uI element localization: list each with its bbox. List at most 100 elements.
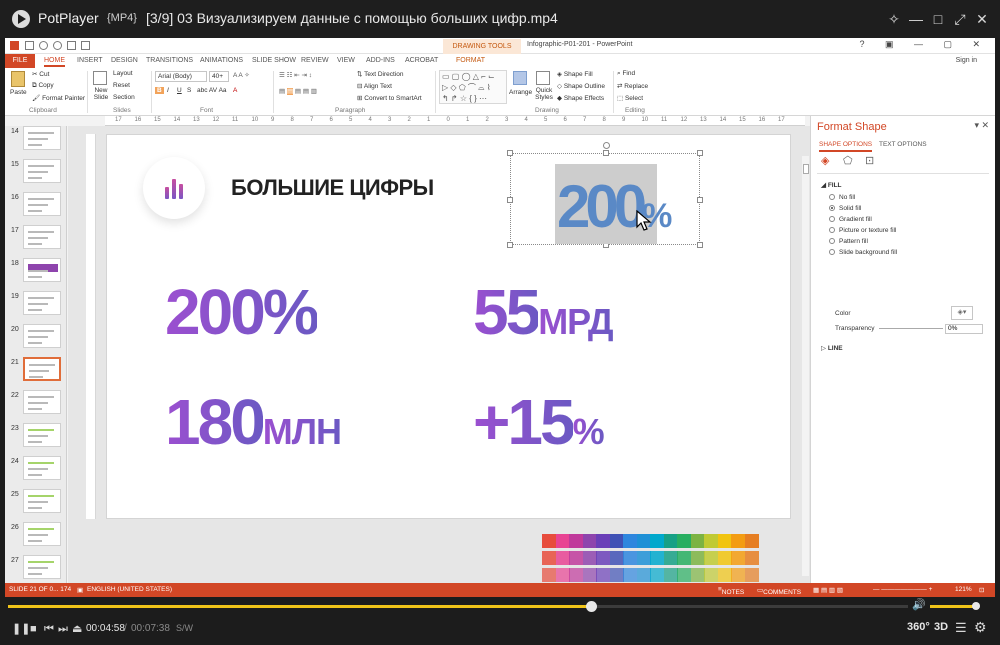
select-button[interactable]: ⬚ Select	[617, 94, 643, 102]
transparency-slider[interactable]	[879, 328, 943, 329]
selected-text[interactable]: 200%	[557, 172, 672, 241]
fill-option[interactable]: Gradient fill	[829, 216, 872, 226]
underline-button[interactable]: U	[177, 87, 182, 94]
paste-label[interactable]: Paste	[10, 89, 27, 96]
format-painter-button[interactable]: 🖌 Format Painter	[32, 94, 85, 102]
slide-thumbnail[interactable]	[23, 423, 61, 447]
shape-fill-button[interactable]: ◈ Shape Fill	[557, 70, 593, 78]
seek-handle[interactable]	[586, 601, 598, 612]
slide-thumbnail[interactable]	[23, 456, 61, 480]
slide-thumbnail[interactable]	[23, 555, 61, 579]
potplayer-logo-icon[interactable]	[12, 10, 30, 28]
radio-button[interactable]	[829, 205, 835, 212]
quick-styles-label[interactable]: Quick Styles	[533, 87, 555, 101]
layout-button[interactable]: Layout	[113, 70, 133, 77]
tab-animations[interactable]: ANIMATIONS	[200, 57, 243, 64]
app-name[interactable]: PotPlayer	[38, 10, 99, 26]
tab-slide-show[interactable]: SLIDE SHOW	[252, 57, 296, 64]
arrange-label[interactable]: Arrange	[509, 89, 532, 96]
comments-button[interactable]: ▭ COMMENTS	[757, 586, 801, 596]
size-properties-icon[interactable]: ⊡	[865, 154, 874, 167]
slide-thumbnail[interactable]	[23, 324, 61, 348]
pause-icon[interactable]: ❚❚	[12, 623, 30, 635]
stop-icon[interactable]: ■	[30, 623, 37, 635]
line-section-header[interactable]: ▷ LINE	[821, 344, 843, 352]
minimize-icon[interactable]: —	[906, 9, 926, 29]
previous-icon[interactable]: ⏮	[44, 623, 54, 635]
resize-handle[interactable]	[697, 197, 703, 203]
stat-55-billion[interactable]: 55МРД	[473, 275, 614, 349]
tab-home[interactable]: HOME	[44, 57, 65, 67]
radio-button[interactable]	[829, 194, 835, 201]
arrange-icon[interactable]	[513, 71, 527, 85]
radio-button[interactable]	[829, 227, 835, 234]
notes-button[interactable]: ≡ NOTES	[718, 586, 744, 596]
slide-thumbnail[interactable]	[23, 522, 61, 546]
resize-handle[interactable]	[507, 150, 513, 156]
tab-view[interactable]: VIEW	[337, 57, 355, 64]
language-indicator[interactable]: ENGLISH (UNITED STATES)	[87, 586, 172, 593]
slide-canvas[interactable]: БОЛЬШИЕ ЦИФРЫ 200% 55МРД 180МЛН +15% 200…	[106, 134, 791, 519]
3d-mode-button[interactable]: 3D	[934, 621, 948, 633]
pin-icon[interactable]: ✧	[884, 9, 904, 29]
paste-icon[interactable]	[11, 71, 25, 87]
resize-handle[interactable]	[697, 242, 703, 248]
stat-200-percent[interactable]: 200%	[165, 275, 320, 349]
slide-thumbnail[interactable]	[23, 258, 61, 282]
fill-line-icon[interactable]: ◈	[821, 154, 829, 167]
tab-text-options[interactable]: TEXT OPTIONS	[879, 141, 927, 148]
slide-thumbnail[interactable]	[23, 126, 61, 150]
tab-acrobat[interactable]: ACROBAT	[405, 57, 438, 64]
seek-bar[interactable]	[8, 601, 908, 612]
transparency-input[interactable]: 0%	[945, 324, 983, 334]
align-text-button[interactable]: ⊟ Align Text	[357, 82, 392, 90]
reset-button[interactable]: Reset	[113, 82, 130, 89]
volume-handle[interactable]	[972, 602, 980, 610]
start-slideshow-icon[interactable]	[67, 41, 76, 50]
zoom-slider[interactable]: — ——————— +	[873, 586, 932, 593]
redo-icon[interactable]	[53, 41, 62, 50]
strikethrough-button[interactable]: S	[187, 87, 191, 94]
next-icon[interactable]: ⏭	[58, 623, 68, 635]
resize-handle[interactable]	[507, 197, 513, 203]
convert-smartart-button[interactable]: ⊞ Convert to SmartArt	[357, 94, 422, 102]
new-slide-icon[interactable]	[93, 71, 107, 85]
cut-button[interactable]: ✂ Cut	[32, 70, 49, 78]
vr-360-button[interactable]: 360°	[907, 621, 930, 633]
tab-add-ins[interactable]: ADD-INS	[366, 57, 395, 64]
shapes-gallery[interactable]: ▭ ▢ ◯ △ ⌐ ⌙ ▷ ◇ ⬠ ⌒ ⌓ ⌇ ↰ ↱ ☆ { } ⋯	[439, 70, 507, 104]
rotate-handle[interactable]	[603, 142, 610, 149]
font-size-select[interactable]: 40+	[209, 71, 229, 82]
selected-textbox[interactable]: 200%	[507, 142, 703, 248]
ppt-window-buttons[interactable]: ? ▣ — ▢ ✕	[859, 39, 989, 50]
list-buttons[interactable]: ☰ ☷ ⇤ ⇥ ↕	[279, 71, 312, 79]
slide-thumbnail[interactable]	[23, 192, 61, 216]
fit-slide-icon[interactable]: ⊡	[979, 586, 984, 594]
bold-button[interactable]: B	[155, 87, 164, 94]
font-size-buttons[interactable]: A A ✧	[233, 71, 250, 79]
fill-option[interactable]: Pattern fill	[829, 238, 868, 248]
stat-plus-15-percent[interactable]: +15%	[473, 385, 605, 459]
volume-icon[interactable]: 🔊	[912, 599, 926, 611]
radio-button[interactable]	[829, 216, 835, 223]
tab-review[interactable]: REVIEW	[301, 57, 329, 64]
slide-thumbnail[interactable]	[23, 489, 61, 513]
volume-slider[interactable]	[930, 602, 980, 610]
sign-in-link[interactable]: Sign in	[956, 57, 977, 64]
find-button[interactable]: ⌕ Find	[617, 70, 635, 78]
slide-thumbnail[interactable]	[23, 225, 61, 249]
fill-color-picker[interactable]: ◈▾	[951, 306, 973, 320]
tab-design[interactable]: DESIGN	[111, 57, 138, 64]
resize-handle[interactable]	[507, 242, 513, 248]
maximize-icon[interactable]: □	[928, 9, 948, 29]
playlist-icon[interactable]: ☰	[955, 621, 967, 634]
zoom-level[interactable]: 121%	[955, 586, 972, 593]
format-pane-close-icon[interactable]: ▾ ✕	[974, 120, 989, 131]
subtitle-toggle[interactable]: S/W	[176, 623, 193, 633]
slide-thumbnail[interactable]	[23, 291, 61, 315]
slide-thumbnail[interactable]	[23, 357, 61, 381]
char-spacing-button[interactable]: abc AV Aa	[197, 87, 227, 94]
spell-check-icon[interactable]: ▣	[77, 586, 83, 594]
tab-shape-options[interactable]: SHAPE OPTIONS	[819, 141, 873, 152]
new-slide-label[interactable]: New Slide	[91, 87, 111, 101]
